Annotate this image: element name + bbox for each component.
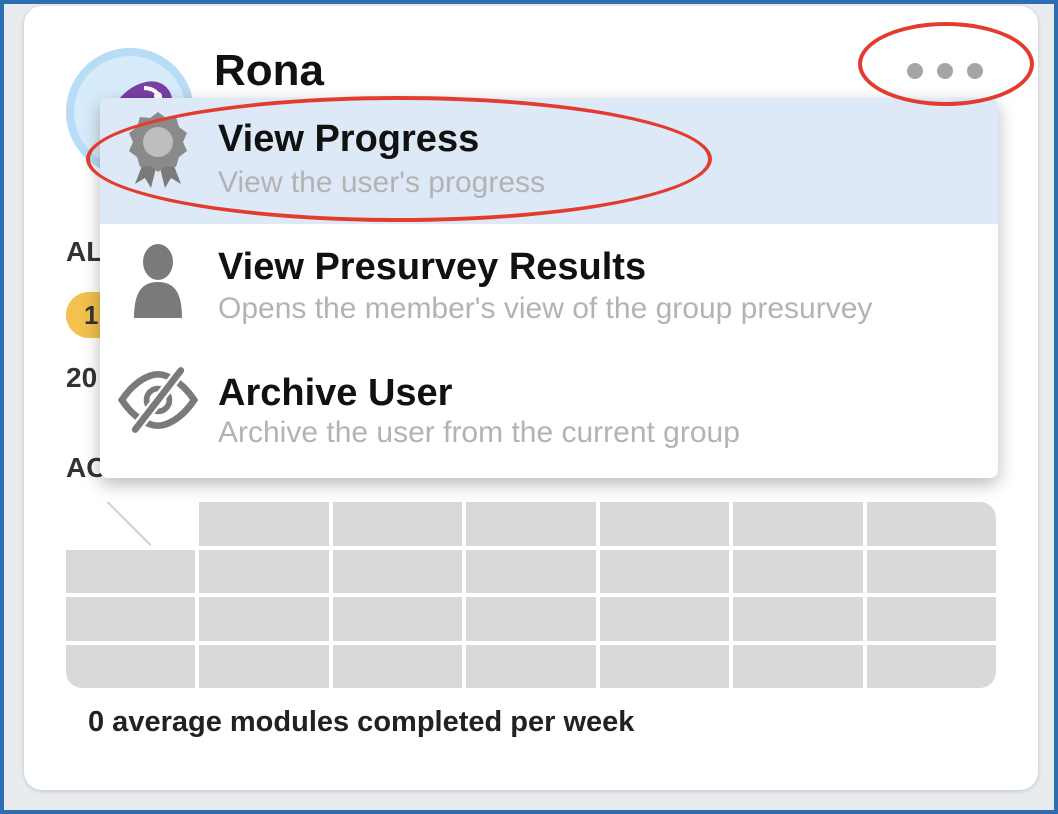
- activity-cell: [466, 502, 596, 546]
- award-ribbon-icon: [118, 110, 198, 190]
- menu-item-description: View the user's progress: [218, 166, 545, 199]
- eye-slash-icon: [118, 360, 198, 440]
- activity-cell: [66, 502, 196, 546]
- menu-item-title: View Progress: [218, 118, 480, 160]
- activity-cell: [332, 502, 463, 546]
- more-dot-icon: [937, 63, 953, 79]
- activity-cell: [332, 549, 463, 593]
- menu-item-archive-user[interactable]: Archive User Archive the user from the c…: [100, 350, 998, 476]
- activity-cell: [466, 597, 596, 641]
- activity-cell: [332, 597, 463, 641]
- more-dot-icon: [907, 63, 923, 79]
- activity-cell: [199, 597, 329, 641]
- activity-cell: [866, 549, 996, 593]
- person-icon: [118, 242, 198, 322]
- section-label-partial: AL: [66, 236, 104, 267]
- activity-cell: [66, 549, 196, 593]
- activity-cell: [866, 644, 996, 688]
- activity-cell: [733, 502, 863, 546]
- activity-cell: [199, 644, 329, 688]
- user-actions-menu: View Progress View the user's progress V…: [100, 98, 998, 478]
- activity-cell: [733, 549, 863, 593]
- activity-cell: [199, 549, 329, 593]
- activity-cell: [599, 597, 730, 641]
- activity-cell: [66, 644, 196, 688]
- activity-cell: [866, 597, 996, 641]
- menu-item-view-progress[interactable]: View Progress View the user's progress: [100, 98, 998, 224]
- activity-cell: [599, 502, 730, 546]
- activity-cell: [733, 644, 863, 688]
- weekly-summary: 0 average modules completed per week: [88, 706, 635, 738]
- menu-item-description: Opens the member's view of the group pre…: [218, 292, 873, 325]
- activity-cell: [466, 644, 596, 688]
- menu-item-view-presurvey-results[interactable]: View Presurvey Results Opens the member'…: [100, 224, 998, 350]
- more-dot-icon: [967, 63, 983, 79]
- user-name: Rona: [214, 46, 324, 95]
- menu-item-title: View Presurvey Results: [218, 246, 647, 288]
- activity-cell: [866, 502, 996, 546]
- activity-cell: [733, 597, 863, 641]
- activity-cell: [466, 549, 596, 593]
- menu-item-title: Archive User: [218, 372, 453, 414]
- more-options-button[interactable]: [890, 46, 1000, 96]
- activity-cell: [332, 644, 463, 688]
- activity-grid: [66, 502, 996, 688]
- date-fragment: 20: [66, 362, 98, 393]
- activity-cell: [599, 549, 730, 593]
- activity-cell: [66, 597, 196, 641]
- activity-cell: [599, 644, 730, 688]
- badge-value: 1: [84, 299, 99, 330]
- activity-cell: [199, 502, 329, 546]
- menu-item-description: Archive the user from the current group: [218, 416, 740, 449]
